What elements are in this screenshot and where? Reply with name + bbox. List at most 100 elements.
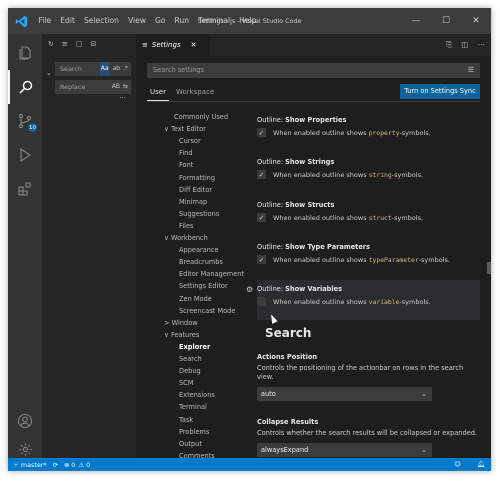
sidebar-toolbar: ↻ ≡ ▢ ⊟ bbox=[48, 40, 96, 48]
branch-name[interactable]: master* bbox=[21, 461, 47, 469]
clear-results-icon[interactable]: ≡ bbox=[62, 40, 68, 48]
errors-count[interactable]: 0 bbox=[71, 461, 75, 469]
setting-name: Show Variables bbox=[285, 285, 343, 293]
setting-description: When enabled outline shows variable-symb… bbox=[273, 298, 431, 306]
toc-item[interactable]: Settings Editor bbox=[179, 282, 228, 290]
search-input[interactable]: Search Aa ab .* bbox=[55, 62, 131, 76]
new-search-editor-icon[interactable]: ▢ bbox=[76, 40, 83, 48]
toc-item[interactable]: ∨ Features bbox=[164, 331, 199, 339]
toc-item[interactable]: Editor Management bbox=[179, 270, 244, 278]
setting-gear-icon[interactable]: ⚙ bbox=[246, 285, 253, 294]
minimize-button[interactable]: — bbox=[401, 8, 431, 34]
menu-edit[interactable]: Edit bbox=[56, 8, 80, 34]
toc-item[interactable]: Minimap bbox=[179, 198, 207, 206]
toc-item[interactable]: Output bbox=[179, 440, 202, 448]
turn-on-settings-sync-button[interactable]: Turn on Settings Sync bbox=[400, 84, 480, 99]
source-control-icon[interactable]: 10 bbox=[8, 104, 42, 138]
toc-item[interactable]: Extensions bbox=[179, 391, 215, 399]
chevron-down-icon: ∨ bbox=[164, 234, 171, 242]
toc-item[interactable]: Problems bbox=[179, 428, 209, 436]
toc-item-label: Commonly Used bbox=[174, 113, 229, 121]
actions-position-select[interactable]: auto ⌄ bbox=[257, 387, 432, 401]
setting-checkbox[interactable] bbox=[257, 297, 266, 306]
toc-item[interactable]: Explorer bbox=[179, 343, 210, 351]
toc-item[interactable]: Zen Mode bbox=[179, 295, 212, 303]
settings-search-input[interactable]: Search settings ☰ bbox=[147, 63, 480, 78]
filter-icon[interactable]: ☰ bbox=[468, 63, 474, 78]
close-window-button[interactable]: ✕ bbox=[461, 8, 491, 34]
setting-actions-position: Actions Position Controls the positionin… bbox=[257, 353, 480, 401]
toc-item[interactable]: Task bbox=[179, 416, 193, 424]
toc-item[interactable]: Breadcrumbs bbox=[179, 258, 223, 266]
tab-close-button[interactable]: ✕ bbox=[191, 41, 197, 49]
description-suffix: -symbols. bbox=[391, 170, 424, 179]
toc-item[interactable]: Suggestions bbox=[179, 210, 219, 218]
setting-collapse-results: Collapse Results Controls whether the se… bbox=[257, 418, 480, 457]
select-value: alwaysExpand bbox=[261, 446, 309, 454]
toc-item[interactable]: Cursor bbox=[179, 137, 201, 145]
search-icon[interactable] bbox=[8, 70, 42, 104]
notifications-icon[interactable]: 🔔︎ bbox=[477, 458, 485, 471]
menu-terminal[interactable]: Terminal bbox=[194, 8, 235, 34]
toc-item[interactable]: Diff Editor bbox=[179, 186, 212, 194]
toc-item[interactable]: SCM bbox=[179, 379, 193, 387]
toc-item[interactable]: Files bbox=[179, 222, 193, 230]
match-whole-word-toggle[interactable]: ab bbox=[113, 62, 121, 76]
toc-item-label: Extensions bbox=[179, 391, 215, 400]
collapse-all-icon[interactable]: ⊟ bbox=[90, 40, 96, 48]
more-options-button[interactable]: ... bbox=[119, 92, 126, 100]
source-control-badge: 10 bbox=[28, 123, 37, 132]
tab-workspace[interactable]: Workspace bbox=[176, 85, 214, 101]
warnings-count[interactable]: 0 bbox=[86, 461, 90, 469]
menu-go[interactable]: Go bbox=[150, 8, 170, 34]
setting-checkbox[interactable]: ✓ bbox=[257, 170, 266, 179]
toc-item[interactable]: Font bbox=[179, 161, 193, 169]
menu-selection[interactable]: Selection bbox=[79, 8, 123, 34]
more-actions-icon[interactable]: ⋯ bbox=[478, 34, 486, 56]
setting-checkbox[interactable]: ✓ bbox=[257, 213, 266, 222]
tab-user[interactable]: User bbox=[147, 85, 169, 101]
sync-icon[interactable]: ⟳ bbox=[53, 461, 58, 469]
menu-help[interactable]: Help bbox=[235, 8, 261, 34]
maximize-button[interactable]: ☐ bbox=[431, 8, 461, 34]
toc-item[interactable]: Find bbox=[179, 149, 193, 157]
toc-item[interactable]: Search bbox=[179, 355, 202, 363]
feedback-icon[interactable]: ☺ bbox=[454, 458, 461, 471]
run-debug-icon[interactable] bbox=[8, 138, 42, 172]
toc-item-label: Settings Editor bbox=[179, 282, 228, 291]
toggle-replace-chevron-icon[interactable]: ⌄ bbox=[46, 69, 52, 77]
scrollbar-thumb[interactable] bbox=[487, 262, 491, 274]
toc-item[interactable]: Terminal bbox=[179, 403, 207, 411]
use-regex-toggle[interactable]: .* bbox=[123, 62, 128, 76]
extensions-icon[interactable] bbox=[8, 172, 42, 206]
toc-item[interactable]: ∨ Text Editor bbox=[164, 125, 206, 133]
setting-checkbox[interactable]: ✓ bbox=[257, 255, 266, 264]
toc-item[interactable]: Appearance bbox=[179, 246, 219, 254]
setting-checkbox[interactable]: ✓ bbox=[257, 128, 266, 137]
open-settings-json-icon[interactable]: ⎘ bbox=[446, 34, 452, 56]
menu-view[interactable]: View bbox=[123, 8, 150, 34]
explorer-icon[interactable] bbox=[8, 36, 42, 70]
tab-settings[interactable]: ≡ Settings ✕ bbox=[136, 34, 210, 56]
description-text: When enabled outline shows bbox=[273, 297, 369, 306]
toc-item[interactable]: Commonly Used bbox=[174, 113, 228, 121]
toc-item-label: Search bbox=[179, 355, 202, 363]
menu-run[interactable]: Run bbox=[170, 8, 194, 34]
vscode-logo-icon bbox=[8, 8, 34, 34]
match-case-toggle[interactable]: Aa bbox=[99, 62, 110, 76]
menu-file[interactable]: File bbox=[34, 8, 56, 34]
warnings-icon: ⚠ bbox=[78, 460, 85, 469]
branch-icon: ⑂ bbox=[14, 460, 18, 469]
toc-item[interactable]: Debug bbox=[179, 367, 201, 375]
toc-item[interactable]: Screencast Mode bbox=[179, 307, 235, 315]
search-sidebar: ↻ ≡ ▢ ⊟ ⌄ Search Aa ab .* Replace AB ⇆ .… bbox=[42, 34, 136, 458]
chevron-down-icon: ⌄ bbox=[421, 446, 427, 454]
split-editor-icon[interactable]: ◫ bbox=[461, 34, 468, 56]
toc-item[interactable]: Formatting bbox=[179, 174, 215, 182]
collapse-results-select[interactable]: alwaysExpand ⌄ bbox=[257, 443, 432, 457]
toc-item[interactable]: ∨ Workbench bbox=[164, 234, 208, 242]
setting-name: Show Properties bbox=[285, 116, 347, 124]
chevron-right-icon: > bbox=[164, 318, 172, 327]
refresh-icon[interactable]: ↻ bbox=[48, 40, 54, 48]
toc-item[interactable]: > Window bbox=[164, 319, 198, 327]
